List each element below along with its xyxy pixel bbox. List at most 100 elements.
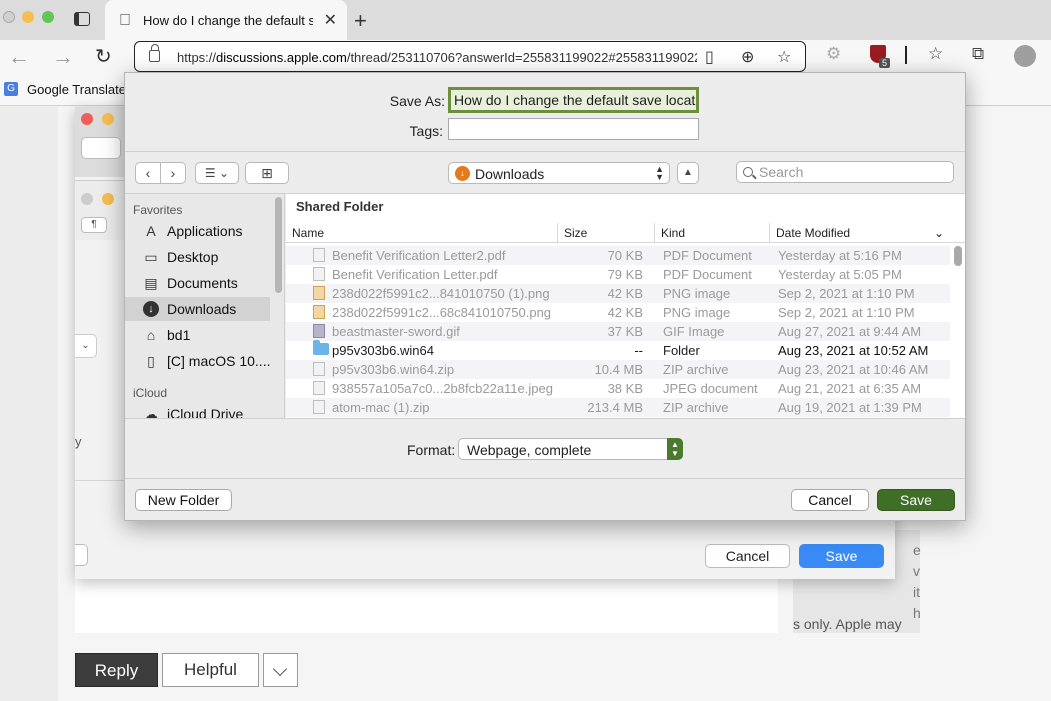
file-icon bbox=[313, 324, 325, 338]
sidebar-item-label: bd1 bbox=[167, 327, 191, 343]
file-row: Benefit Verification Letter2.pdf 70 KB PDF… bbox=[286, 246, 950, 265]
format-updown-icon: ▲ ▼ bbox=[667, 438, 683, 460]
save-dialog: Save As: How do I change the default sav… bbox=[124, 72, 966, 521]
right-card-text: s only. Apple may bbox=[793, 616, 902, 632]
profile-avatar[interactable] bbox=[1014, 45, 1036, 67]
sidebar-item-label: Applications bbox=[167, 223, 243, 239]
window-close-button[interactable] bbox=[3, 11, 15, 23]
tab-close-icon[interactable]: ✕ bbox=[324, 10, 337, 30]
column-header-size[interactable]: Size bbox=[558, 223, 655, 243]
file-date: Aug 23, 2021 at 10:52 AM bbox=[778, 343, 929, 358]
back-nav-button[interactable]: ‹ bbox=[135, 162, 161, 184]
file-name: p95v303b6.win64.zip bbox=[332, 362, 455, 377]
column-header-date-label: Date Modified bbox=[776, 226, 851, 240]
extension-icon[interactable]: ⚙ bbox=[826, 44, 841, 64]
reply-button[interactable]: Reply bbox=[75, 653, 158, 687]
file-kind: PNG image bbox=[663, 305, 731, 320]
bookmark-google-translate[interactable]: Google Translate bbox=[27, 82, 126, 97]
sidebar-item-home[interactable]: ⌂ bd1 bbox=[125, 323, 270, 347]
file-name: 238d022f5991c2...841010750 (1).png bbox=[332, 286, 550, 301]
search-field[interactable] bbox=[736, 161, 954, 183]
helpful-button[interactable]: Helpful bbox=[162, 653, 259, 687]
file-date: Aug 27, 2021 at 9:44 AM bbox=[778, 324, 922, 339]
forward-button[interactable]: → bbox=[52, 44, 74, 70]
sidebar-toggle-icon[interactable] bbox=[74, 12, 90, 26]
sidebar-item-documents[interactable]: ▤ Documents bbox=[125, 271, 270, 295]
file-row: 238d022f5991c2...68c841010750.png 42 KB PN… bbox=[286, 303, 950, 322]
home-icon: ⌂ bbox=[146, 327, 156, 343]
sidebar-item-icloud-drive[interactable]: ☁ iCloud Drive bbox=[125, 402, 270, 418]
file-date: Sep 2, 2021 at 1:10 PM bbox=[778, 305, 915, 320]
refresh-button[interactable]: ↻ bbox=[95, 44, 112, 69]
format-popup[interactable]: Webpage, complete ▲ ▼ bbox=[458, 438, 683, 460]
location-popup[interactable]: ↓ Downloads ▲ ▼ bbox=[448, 162, 670, 184]
sidebar-item-applications[interactable]: A Applications bbox=[125, 219, 270, 243]
window-minimize-button[interactable] bbox=[22, 11, 34, 23]
file-icon bbox=[313, 305, 325, 319]
column-header-kind[interactable]: Kind bbox=[655, 223, 770, 243]
sidebar-item-label: Desktop bbox=[167, 249, 219, 265]
column-header-date-modified[interactable]: Date Modified ⌄ bbox=[770, 223, 950, 243]
back-button[interactable]: ← bbox=[8, 44, 30, 70]
window-zoom-button[interactable] bbox=[42, 11, 54, 23]
sidebar-scrollbar[interactable] bbox=[275, 197, 282, 293]
collections-icon[interactable]: ⧉ bbox=[972, 44, 984, 64]
new-folder-button[interactable]: New Folder bbox=[135, 489, 232, 511]
new-tab-button[interactable]: + bbox=[354, 8, 367, 34]
file-size: 38 KB bbox=[607, 381, 643, 396]
file-list-scrollbar[interactable] bbox=[954, 246, 962, 266]
address-bar[interactable]: https://discussions.apple.com/thread/253… bbox=[134, 41, 806, 72]
file-size: 79 KB bbox=[607, 267, 643, 282]
bg-close-button-2 bbox=[81, 193, 93, 205]
save-as-label: Save As: bbox=[389, 93, 445, 109]
sidebar-item-desktop[interactable]: ▭ Desktop bbox=[125, 245, 270, 269]
bg-save-button[interactable]: Save bbox=[799, 544, 884, 568]
file-size: 42 KB bbox=[607, 305, 643, 320]
file-kind: PNG image bbox=[663, 286, 731, 301]
new-folder-icon-button[interactable]: ⊞ bbox=[245, 162, 289, 184]
view-options-button[interactable]: ☰ ⌄ bbox=[195, 162, 239, 184]
zoom-icon[interactable]: ⊕ bbox=[741, 47, 754, 67]
browser-toolbar: ← → ↻ https://discussions.apple.com/thre… bbox=[0, 40, 1051, 74]
file-size: 42 KB bbox=[607, 286, 643, 301]
favorite-add-icon[interactable]: ☆ bbox=[777, 47, 791, 67]
save-as-field[interactable]: How do I change the default save locatio… bbox=[448, 87, 699, 113]
search-icon bbox=[743, 167, 753, 177]
file-kind: PDF Document bbox=[663, 248, 752, 263]
dialog-header-divider bbox=[125, 151, 965, 152]
search-input[interactable] bbox=[759, 163, 949, 181]
cloud-icon: ☁ bbox=[144, 406, 158, 418]
reader-view-icon[interactable]: ▯ bbox=[705, 47, 714, 67]
url-text[interactable]: https://discussions.apple.com/thread/253… bbox=[177, 50, 697, 65]
file-icon bbox=[313, 248, 325, 262]
more-options-button[interactable] bbox=[263, 653, 298, 687]
bg-close-button bbox=[81, 113, 93, 125]
favorites-icon[interactable]: ☆ bbox=[928, 44, 943, 64]
file-icon bbox=[313, 267, 325, 281]
cancel-button[interactable]: Cancel bbox=[791, 489, 869, 511]
tab-title: How do I change the default save locatio… bbox=[143, 13, 313, 28]
sidebar-item-macos-disk[interactable]: ▯ [C] macOS 10.... bbox=[125, 349, 270, 373]
save-button[interactable]: Save bbox=[877, 489, 955, 511]
file-size: -- bbox=[634, 343, 643, 358]
file-list: Shared Folder Name Size Kind Date Modifi… bbox=[286, 194, 965, 418]
column-header-name[interactable]: Name bbox=[286, 223, 558, 243]
file-name: beastmaster-sword.gif bbox=[332, 324, 460, 339]
bg-cancel-button[interactable]: Cancel bbox=[705, 544, 790, 568]
sort-chevron-icon: ⌄ bbox=[933, 226, 944, 240]
documents-icon: ▤ bbox=[144, 275, 158, 291]
icloud-header: iCloud bbox=[133, 386, 168, 400]
sidebar-item-downloads[interactable]: ↓ Downloads bbox=[125, 297, 270, 321]
expand-collapse-button[interactable]: ▲ bbox=[677, 162, 699, 184]
file-date: Aug 21, 2021 at 6:35 AM bbox=[778, 381, 922, 396]
sidebar-item-label: [C] macOS 10.... bbox=[167, 353, 271, 369]
file-kind: GIF Image bbox=[663, 324, 725, 339]
toolbar-divider bbox=[905, 46, 907, 64]
sidebar-item-label: Documents bbox=[167, 275, 238, 291]
tags-field[interactable] bbox=[448, 118, 699, 140]
forward-nav-button[interactable]: › bbox=[160, 162, 186, 184]
file-name: 238d022f5991c2...68c841010750.png bbox=[332, 305, 552, 320]
file-size: 37 KB bbox=[607, 324, 643, 339]
folder-row[interactable]: p95v303b6.win64 -- Folder Aug 23, 2021 at 1… bbox=[286, 340, 950, 360]
browser-tab[interactable]:  How do I change the default save locat… bbox=[105, 0, 347, 40]
